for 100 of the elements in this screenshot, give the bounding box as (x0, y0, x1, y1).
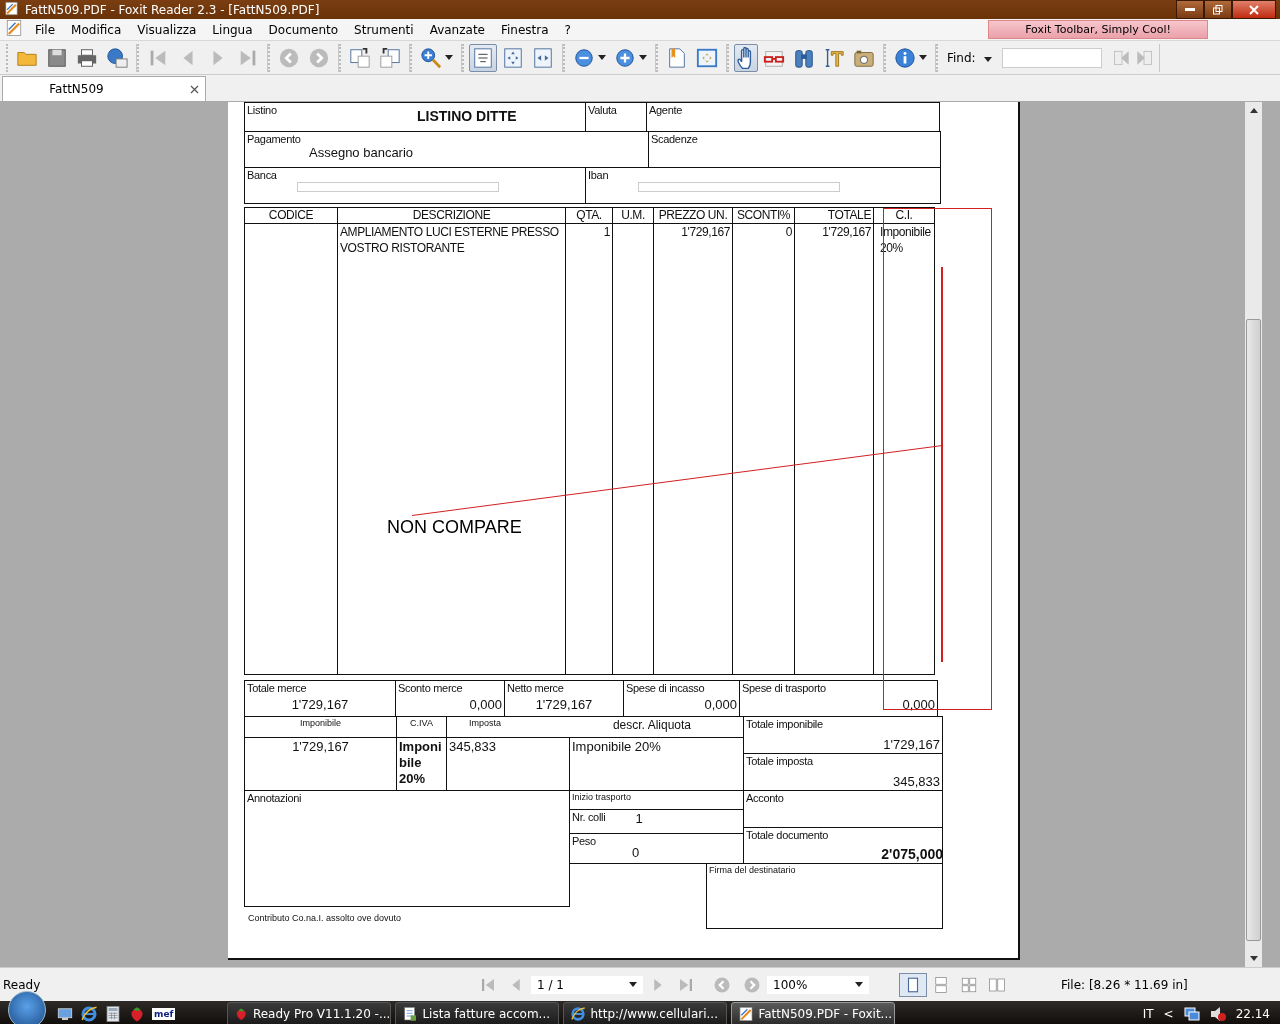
document-tab[interactable]: FattN509 (2, 76, 206, 101)
language-indicator[interactable]: IT (1142, 1007, 1154, 1021)
zoom-in-icon (614, 46, 636, 69)
fit-width-icon (532, 46, 554, 69)
table-cell-text: Imponibile 20% (572, 739, 662, 754)
caret-icon[interactable] (919, 55, 927, 60)
field-label: Acconto (746, 792, 785, 804)
field-value: 1 (635, 811, 643, 828)
strawberry-icon (234, 1006, 249, 1022)
browser-e-icon[interactable] (80, 1005, 98, 1023)
close-icon (1249, 4, 1259, 15)
rotate-right-icon (349, 46, 371, 69)
caret-icon[interactable] (855, 982, 863, 987)
table-cell-text: 1'729,167 (291, 739, 350, 754)
column-header: SCONTI% (733, 208, 794, 224)
caret-icon[interactable] (445, 55, 453, 60)
taskbar-button[interactable]: Lista fatture accom... (395, 1002, 560, 1024)
menu-item[interactable]: Lingua (204, 22, 261, 37)
field-label: Annotazioni (247, 792, 303, 804)
field-label: Valuta (588, 104, 618, 116)
column-header: C.IVA (409, 718, 434, 728)
field-value: 0,000 (703, 697, 737, 712)
field-label: Iban (588, 169, 610, 181)
field-label: Totale imposta (746, 755, 814, 767)
view-mode-button[interactable] (899, 972, 927, 997)
facing-pages-grid-icon (960, 975, 978, 994)
continuous-pages-icon (932, 975, 950, 994)
minimize-button[interactable] (1176, 0, 1204, 19)
field-label: Pagamento (247, 133, 302, 145)
field-label: Totale imponibile (746, 718, 824, 730)
scroll-up-icon[interactable] (1249, 108, 1258, 113)
rotate-left-icon (379, 46, 401, 69)
promo-banner[interactable]: Foxit Toolbar, Simply Cool! (988, 20, 1208, 39)
menu-item[interactable]: Modifica (63, 22, 130, 37)
find-label: Find: (947, 50, 976, 65)
table-cell-text: 1 (602, 224, 610, 240)
column-header: Imponibile (299, 718, 342, 728)
globe-mail-icon (106, 46, 128, 69)
field-label: Agente (649, 104, 684, 116)
column-header: QTA. (566, 208, 612, 224)
taskbar-button[interactable]: FattN509.PDF - Foxit... (731, 1002, 896, 1024)
field-label: Spese di incasso (626, 682, 706, 694)
menu-item[interactable]: Strumenti (346, 22, 422, 37)
column-header: C.I. (874, 208, 934, 224)
menu-item[interactable]: Avanzate (421, 22, 493, 37)
browser-e-icon (570, 1006, 587, 1022)
zoom-dropdown[interactable]: 100% (767, 975, 869, 994)
menu-item[interactable]: Finestra (492, 22, 557, 37)
close-button[interactable] (1232, 0, 1276, 19)
field-label: Netto merce (507, 682, 565, 694)
field-value: 345,833 (892, 774, 940, 789)
table-cell-text: Imponibile 20% (399, 739, 443, 787)
column-header: DESCRIZIONE (338, 208, 565, 224)
magnifier-plus-icon (420, 46, 442, 69)
table-cell-text: AMPLIAMENTO LUCI ESTERNE PRESSO VOSTRO RISTORANTE (340, 224, 560, 256)
field-label: Spese di trasporto (742, 682, 827, 694)
muted-speaker-icon[interactable] (1209, 1006, 1226, 1022)
field-value: 0,000 (901, 697, 935, 712)
app-shortcut[interactable]: mef (152, 1008, 176, 1020)
bookmark-page-icon (666, 46, 688, 69)
caret-icon[interactable] (983, 56, 992, 62)
toolbar-button[interactable] (469, 43, 497, 72)
scroll-down-icon[interactable] (1249, 956, 1258, 961)
foxit-logo-icon (4, 0, 19, 16)
field-value: 0,000 (468, 697, 502, 712)
fit-page-icon (502, 46, 524, 69)
column-header: PREZZO UN. (654, 208, 732, 224)
calculator-icon[interactable] (104, 1005, 122, 1023)
window-title: FattN509.PDF - Foxit Reader 2.3 - [FattN509.PDF] (25, 2, 320, 17)
field-label: Nr. colli (572, 811, 606, 825)
column-header: TOTALE (795, 208, 873, 224)
foxit-logo-icon (738, 1006, 755, 1022)
find-field[interactable] (1001, 47, 1102, 68)
caret-icon[interactable] (598, 55, 606, 60)
menu-item[interactable]: Visualizza (129, 22, 205, 37)
table-cell-text: 1'729,167 (680, 224, 730, 240)
taskbar-button[interactable]: http://www.cellulari... (563, 1002, 728, 1024)
restore-button[interactable] (1204, 0, 1232, 19)
taskbar-button[interactable]: Ready Pro V11.1.20 -... (227, 1002, 392, 1024)
clock: 22.14 (1235, 1007, 1270, 1021)
table-cell-text: 1'729,167 (821, 224, 871, 240)
menu-item[interactable]: File (27, 22, 64, 37)
caret-icon[interactable] (629, 982, 637, 987)
field-value: 1'729,167 (290, 697, 350, 712)
field-label: Sconto merce (398, 682, 464, 694)
menu-item[interactable]: Documento (260, 22, 347, 37)
page-field[interactable]: 1 / 1 (531, 975, 643, 994)
tray-expand[interactable]: < (1163, 1007, 1174, 1021)
field-label: Inizio trasporto (572, 792, 633, 802)
status-text: Ready (2, 977, 42, 992)
close-icon[interactable] (190, 84, 199, 94)
toolbar-button[interactable] (734, 43, 758, 72)
network-icon[interactable] (1183, 1006, 1200, 1022)
menu-item[interactable]: ? (556, 22, 579, 37)
field-value: 1'729,167 (534, 697, 594, 712)
field-value: 0 (632, 845, 641, 860)
column-header: CODICE (245, 208, 337, 224)
show-desktop-icon[interactable] (56, 1005, 74, 1023)
caret-icon[interactable] (639, 55, 647, 60)
vertical-scrollbar[interactable] (1245, 102, 1262, 967)
